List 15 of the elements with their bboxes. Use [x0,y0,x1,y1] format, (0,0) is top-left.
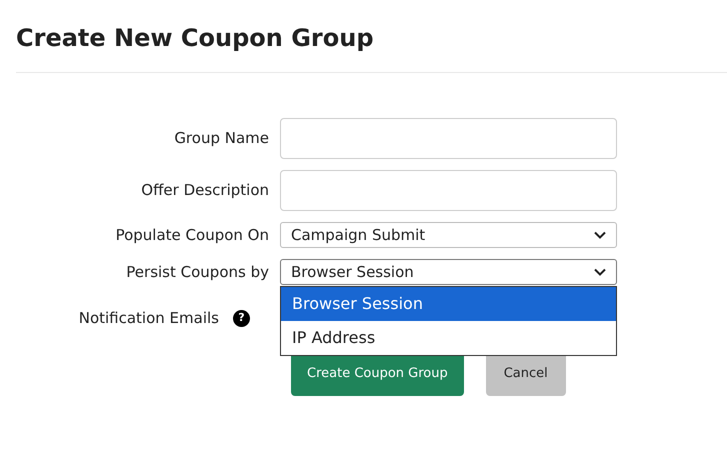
field-label: Persist Coupons by [126,262,269,283]
text-input[interactable] [280,170,617,211]
select-field[interactable]: Campaign Submit [280,222,617,248]
field-label: Populate Coupon On [116,224,269,246]
help-icon[interactable]: ? [233,310,250,327]
text-input[interactable] [280,118,617,159]
chevron-down-icon [594,231,606,239]
chevron-down-icon [594,268,606,276]
field-label: Notification Emails [78,308,219,330]
field-label: Group Name [174,128,269,150]
page-title: Create New Coupon Group [16,23,375,54]
dropdown-option[interactable]: Browser Session [281,287,616,321]
field-label: Offer Description [141,180,269,202]
dropdown-option[interactable]: IP Address [281,321,616,355]
select-field[interactable]: Browser Session [280,259,617,285]
